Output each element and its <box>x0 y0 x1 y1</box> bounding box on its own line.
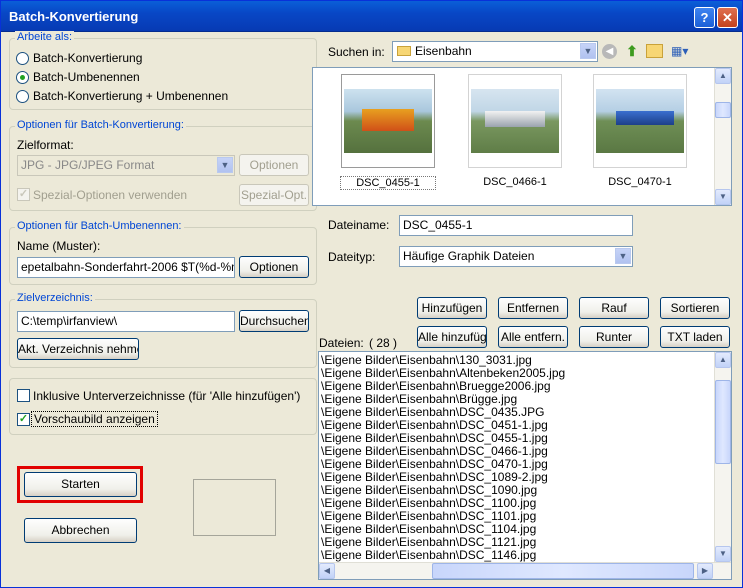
filetype-value: Häufige Graphik Dateien <box>403 249 535 263</box>
add-button[interactable]: Hinzufügen <box>417 297 487 319</box>
file-list-hscrollbar[interactable]: ◀ ▶ <box>319 562 731 579</box>
look-in-select[interactable]: Eisenbahn ▼ <box>392 41 598 62</box>
start-button[interactable]: Starten <box>24 472 137 497</box>
scroll-up-icon[interactable]: ▲ <box>715 352 731 368</box>
rename-group-label: Optionen für Batch-Umbenennen: <box>15 220 184 232</box>
special-options-button[interactable]: Spezial-Opt. <box>239 184 309 206</box>
cancel-button[interactable]: Abbrechen <box>24 518 137 543</box>
up-button[interactable]: Rauf <box>579 297 649 319</box>
show-preview-checkbox[interactable]: ✓ <box>17 413 30 426</box>
files-label: Dateien: <box>319 336 364 350</box>
mode-radio-both[interactable] <box>16 90 29 103</box>
thumbnail-view[interactable]: DSC_0455-1 DSC_0466-1 DSC_0470-1 ▲ ▼ <box>312 67 732 206</box>
remove-all-button[interactable]: Alle entfern. <box>498 326 568 348</box>
window-title: Batch-Konvertierung <box>9 9 139 24</box>
filename-input[interactable]: DSC_0455-1 <box>399 215 633 236</box>
thumbnail-image <box>344 89 432 153</box>
chevron-down-icon[interactable]: ▼ <box>580 43 596 59</box>
thumbnail-label: DSC_0455-1 <box>340 176 436 190</box>
mode-label-rename: Batch-Umbenennen <box>33 70 140 84</box>
scroll-right-icon[interactable]: ▶ <box>697 563 713 579</box>
special-options-checkbox[interactable]: ✓ <box>17 188 30 201</box>
target-dir-input[interactable]: C:\temp\irfanview\ <box>17 311 235 332</box>
files-count: ( 28 ) <box>369 336 398 350</box>
special-options-label: Spezial-Optionen verwenden <box>33 188 188 202</box>
target-format-value: JPG - JPG/JPEG Format <box>21 158 155 172</box>
thumbnail-label: DSC_0470-1 <box>608 176 672 188</box>
close-icon[interactable]: ✕ <box>717 7 738 28</box>
target-format-label: Zielformat: <box>17 138 74 152</box>
pattern-input[interactable]: epetalbahn-Sonderfahrt-2006 $T(%d-%m) (#… <box>17 257 235 278</box>
convert-group-label: Optionen für Batch-Konvertierung: <box>15 119 186 131</box>
mode-label-both: Batch-Konvertierung + Umbenennen <box>33 89 229 103</box>
sort-button[interactable]: Sortieren <box>660 297 730 319</box>
thumbnail-label: DSC_0466-1 <box>483 176 547 188</box>
mode-group-label: Arbeite als: <box>15 31 75 43</box>
batch-dialog: Batch-Konvertierung ? ✕ Arbeite als: Bat… <box>0 0 743 588</box>
train-shape <box>616 111 674 125</box>
remove-button[interactable]: Entfernen <box>498 297 568 319</box>
title-bar[interactable]: Batch-Konvertierung ? ✕ <box>1 1 742 32</box>
view-menu-icon[interactable]: ▦▾ <box>671 44 693 59</box>
current-dir-button[interactable]: Akt. Verzeichnis nehmen <box>17 338 139 360</box>
down-button[interactable]: Runter <box>579 326 649 348</box>
hscroll-thumb[interactable] <box>432 563 694 579</box>
scroll-down-icon[interactable]: ▼ <box>715 546 731 562</box>
chevron-down-icon[interactable]: ▼ <box>615 248 631 264</box>
scroll-thumb[interactable] <box>715 380 731 464</box>
thumbnail-image <box>596 89 684 153</box>
scroll-up-icon[interactable]: ▲ <box>715 68 731 84</box>
mode-label-convert: Batch-Konvertierung <box>33 51 143 65</box>
convert-options-button[interactable]: Optionen <box>239 154 309 176</box>
preview-box <box>193 479 276 536</box>
folder-icon <box>397 46 411 56</box>
scroll-left-icon[interactable]: ◀ <box>319 563 335 579</box>
scroll-thumb[interactable] <box>715 102 731 118</box>
railcar-shape <box>485 111 545 127</box>
thumbnail-0[interactable] <box>341 74 435 168</box>
file-list-item[interactable]: \Eigene Bilder\Eisenbahn\DSC_1146.jpg <box>321 549 536 562</box>
locomotive-shape <box>362 109 414 131</box>
back-icon[interactable]: ◀ <box>602 44 617 59</box>
chevron-down-icon[interactable]: ▼ <box>217 157 233 173</box>
file-list-vscrollbar[interactable]: ▲ ▼ <box>714 352 731 562</box>
look-in-label: Suchen in: <box>328 45 385 59</box>
browse-button[interactable]: Durchsuchen <box>239 310 309 332</box>
thumbnail-scrollbar[interactable]: ▲ ▼ <box>714 68 731 205</box>
filetype-label: Dateityp: <box>328 250 376 264</box>
include-subdirs-checkbox[interactable] <box>17 389 30 402</box>
include-subdirs-label: Inklusive Unterverzeichnisse (für 'Alle … <box>33 389 301 403</box>
help-button[interactable]: ? <box>694 7 715 28</box>
scroll-down-icon[interactable]: ▼ <box>715 189 731 205</box>
load-txt-button[interactable]: TXT laden <box>660 326 730 348</box>
mode-radio-convert[interactable] <box>16 52 29 65</box>
filetype-select[interactable]: Häufige Graphik Dateien ▼ <box>399 246 633 267</box>
filename-label: Dateiname: <box>328 218 390 232</box>
look-in-value: Eisenbahn <box>415 44 472 58</box>
up-folder-icon[interactable]: ⬆ <box>624 43 640 59</box>
thumbnail-2[interactable] <box>593 74 687 168</box>
pattern-label: Name (Muster): <box>17 239 101 253</box>
add-all-button[interactable]: Alle hinzufüg. <box>417 326 487 348</box>
thumbnail-image <box>471 89 559 153</box>
target-dir-group-label: Zielverzeichnis: <box>15 292 95 304</box>
mode-radio-rename[interactable] <box>16 71 29 84</box>
file-list[interactable]: \Eigene Bilder\Eisenbahn\130_3031.jpg \Ei… <box>318 351 732 580</box>
target-format-select[interactable]: JPG - JPG/JPEG Format ▼ <box>17 155 235 176</box>
rename-options-button[interactable]: Optionen <box>239 256 309 278</box>
new-folder-icon[interactable] <box>646 44 663 58</box>
thumbnail-1[interactable] <box>468 74 562 168</box>
show-preview-label: Vorschaubild anzeigen <box>31 411 158 427</box>
